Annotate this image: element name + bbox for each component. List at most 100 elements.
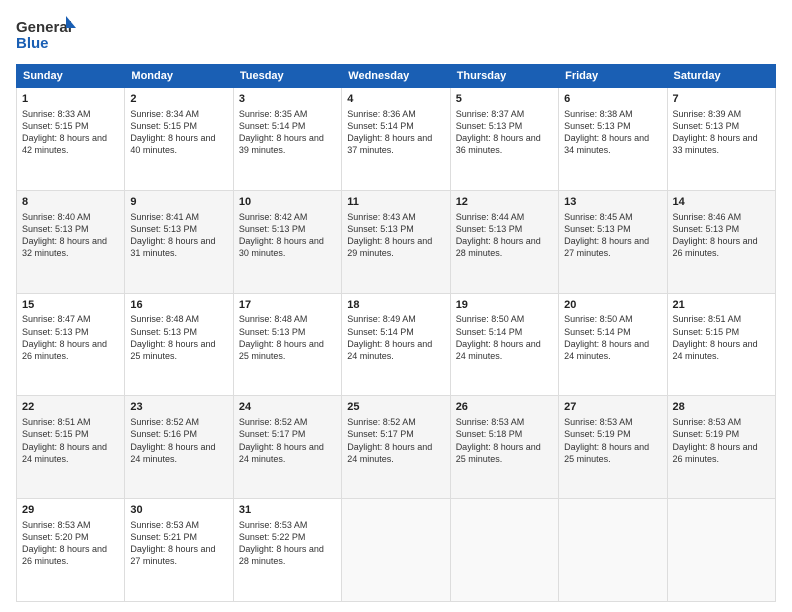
header-monday: Monday — [125, 65, 233, 88]
calendar-cell: 20Sunrise: 8:50 AMSunset: 5:14 PMDayligh… — [559, 293, 667, 396]
day-number: 11 — [347, 195, 444, 210]
calendar-cell: 31Sunrise: 8:53 AMSunset: 5:22 PMDayligh… — [233, 499, 341, 602]
day-info: Sunrise: 8:53 AMSunset: 5:19 PMDaylight:… — [564, 416, 661, 465]
calendar-cell — [450, 499, 558, 602]
day-number: 25 — [347, 400, 444, 415]
day-number: 3 — [239, 92, 336, 107]
day-number: 16 — [130, 298, 227, 313]
calendar-cell: 1Sunrise: 8:33 AMSunset: 5:15 PMDaylight… — [17, 88, 125, 191]
day-info: Sunrise: 8:53 AMSunset: 5:18 PMDaylight:… — [456, 416, 553, 465]
day-number: 9 — [130, 195, 227, 210]
week-row-5: 29Sunrise: 8:53 AMSunset: 5:20 PMDayligh… — [17, 499, 776, 602]
day-number: 18 — [347, 298, 444, 313]
day-info: Sunrise: 8:53 AMSunset: 5:22 PMDaylight:… — [239, 519, 336, 568]
calendar-cell: 9Sunrise: 8:41 AMSunset: 5:13 PMDaylight… — [125, 190, 233, 293]
day-info: Sunrise: 8:46 AMSunset: 5:13 PMDaylight:… — [673, 211, 770, 260]
day-info: Sunrise: 8:37 AMSunset: 5:13 PMDaylight:… — [456, 108, 553, 157]
day-number: 10 — [239, 195, 336, 210]
header-tuesday: Tuesday — [233, 65, 341, 88]
calendar-cell: 27Sunrise: 8:53 AMSunset: 5:19 PMDayligh… — [559, 396, 667, 499]
calendar-cell: 3Sunrise: 8:35 AMSunset: 5:14 PMDaylight… — [233, 88, 341, 191]
day-info: Sunrise: 8:35 AMSunset: 5:14 PMDaylight:… — [239, 108, 336, 157]
calendar-cell: 2Sunrise: 8:34 AMSunset: 5:15 PMDaylight… — [125, 88, 233, 191]
day-info: Sunrise: 8:38 AMSunset: 5:13 PMDaylight:… — [564, 108, 661, 157]
calendar-table: SundayMondayTuesdayWednesdayThursdayFrid… — [16, 64, 776, 602]
day-info: Sunrise: 8:34 AMSunset: 5:15 PMDaylight:… — [130, 108, 227, 157]
week-row-4: 22Sunrise: 8:51 AMSunset: 5:15 PMDayligh… — [17, 396, 776, 499]
day-number: 7 — [673, 92, 770, 107]
calendar-cell: 17Sunrise: 8:48 AMSunset: 5:13 PMDayligh… — [233, 293, 341, 396]
header: GeneralBlue — [16, 16, 776, 54]
day-info: Sunrise: 8:52 AMSunset: 5:16 PMDaylight:… — [130, 416, 227, 465]
day-info: Sunrise: 8:52 AMSunset: 5:17 PMDaylight:… — [239, 416, 336, 465]
week-row-2: 8Sunrise: 8:40 AMSunset: 5:13 PMDaylight… — [17, 190, 776, 293]
calendar-cell: 15Sunrise: 8:47 AMSunset: 5:13 PMDayligh… — [17, 293, 125, 396]
day-info: Sunrise: 8:36 AMSunset: 5:14 PMDaylight:… — [347, 108, 444, 157]
calendar-cell: 4Sunrise: 8:36 AMSunset: 5:14 PMDaylight… — [342, 88, 450, 191]
calendar-cell: 12Sunrise: 8:44 AMSunset: 5:13 PMDayligh… — [450, 190, 558, 293]
calendar-cell: 14Sunrise: 8:46 AMSunset: 5:13 PMDayligh… — [667, 190, 775, 293]
header-wednesday: Wednesday — [342, 65, 450, 88]
day-info: Sunrise: 8:53 AMSunset: 5:21 PMDaylight:… — [130, 519, 227, 568]
calendar-cell: 18Sunrise: 8:49 AMSunset: 5:14 PMDayligh… — [342, 293, 450, 396]
calendar-cell: 29Sunrise: 8:53 AMSunset: 5:20 PMDayligh… — [17, 499, 125, 602]
day-info: Sunrise: 8:42 AMSunset: 5:13 PMDaylight:… — [239, 211, 336, 260]
day-number: 29 — [22, 503, 119, 518]
day-info: Sunrise: 8:43 AMSunset: 5:13 PMDaylight:… — [347, 211, 444, 260]
week-row-1: 1Sunrise: 8:33 AMSunset: 5:15 PMDaylight… — [17, 88, 776, 191]
calendar-cell: 30Sunrise: 8:53 AMSunset: 5:21 PMDayligh… — [125, 499, 233, 602]
day-number: 14 — [673, 195, 770, 210]
day-number: 19 — [456, 298, 553, 313]
day-info: Sunrise: 8:50 AMSunset: 5:14 PMDaylight:… — [456, 313, 553, 362]
day-info: Sunrise: 8:50 AMSunset: 5:14 PMDaylight:… — [564, 313, 661, 362]
day-info: Sunrise: 8:52 AMSunset: 5:17 PMDaylight:… — [347, 416, 444, 465]
day-info: Sunrise: 8:48 AMSunset: 5:13 PMDaylight:… — [239, 313, 336, 362]
svg-text:Blue: Blue — [16, 35, 49, 52]
day-number: 6 — [564, 92, 661, 107]
day-info: Sunrise: 8:53 AMSunset: 5:20 PMDaylight:… — [22, 519, 119, 568]
calendar-cell — [342, 499, 450, 602]
day-number: 8 — [22, 195, 119, 210]
day-info: Sunrise: 8:44 AMSunset: 5:13 PMDaylight:… — [456, 211, 553, 260]
day-info: Sunrise: 8:51 AMSunset: 5:15 PMDaylight:… — [673, 313, 770, 362]
day-number: 5 — [456, 92, 553, 107]
day-number: 21 — [673, 298, 770, 313]
day-info: Sunrise: 8:40 AMSunset: 5:13 PMDaylight:… — [22, 211, 119, 260]
day-info: Sunrise: 8:39 AMSunset: 5:13 PMDaylight:… — [673, 108, 770, 157]
week-row-3: 15Sunrise: 8:47 AMSunset: 5:13 PMDayligh… — [17, 293, 776, 396]
calendar-cell: 8Sunrise: 8:40 AMSunset: 5:13 PMDaylight… — [17, 190, 125, 293]
day-info: Sunrise: 8:47 AMSunset: 5:13 PMDaylight:… — [22, 313, 119, 362]
day-number: 22 — [22, 400, 119, 415]
header-friday: Friday — [559, 65, 667, 88]
calendar-cell: 22Sunrise: 8:51 AMSunset: 5:15 PMDayligh… — [17, 396, 125, 499]
day-info: Sunrise: 8:51 AMSunset: 5:15 PMDaylight:… — [22, 416, 119, 465]
day-number: 12 — [456, 195, 553, 210]
header-saturday: Saturday — [667, 65, 775, 88]
day-number: 24 — [239, 400, 336, 415]
day-number: 17 — [239, 298, 336, 313]
day-number: 27 — [564, 400, 661, 415]
calendar-cell: 7Sunrise: 8:39 AMSunset: 5:13 PMDaylight… — [667, 88, 775, 191]
day-number: 20 — [564, 298, 661, 313]
logo-svg: GeneralBlue — [16, 16, 76, 54]
calendar-cell: 28Sunrise: 8:53 AMSunset: 5:19 PMDayligh… — [667, 396, 775, 499]
day-info: Sunrise: 8:53 AMSunset: 5:19 PMDaylight:… — [673, 416, 770, 465]
day-info: Sunrise: 8:33 AMSunset: 5:15 PMDaylight:… — [22, 108, 119, 157]
day-info: Sunrise: 8:45 AMSunset: 5:13 PMDaylight:… — [564, 211, 661, 260]
calendar-cell: 19Sunrise: 8:50 AMSunset: 5:14 PMDayligh… — [450, 293, 558, 396]
calendar-cell: 11Sunrise: 8:43 AMSunset: 5:13 PMDayligh… — [342, 190, 450, 293]
logo: GeneralBlue — [16, 16, 76, 54]
page: GeneralBlue SundayMondayTuesdayWednesday… — [0, 0, 792, 612]
calendar-cell: 16Sunrise: 8:48 AMSunset: 5:13 PMDayligh… — [125, 293, 233, 396]
day-number: 30 — [130, 503, 227, 518]
calendar-cell: 23Sunrise: 8:52 AMSunset: 5:16 PMDayligh… — [125, 396, 233, 499]
day-number: 26 — [456, 400, 553, 415]
calendar-cell: 21Sunrise: 8:51 AMSunset: 5:15 PMDayligh… — [667, 293, 775, 396]
day-info: Sunrise: 8:49 AMSunset: 5:14 PMDaylight:… — [347, 313, 444, 362]
calendar-header-row: SundayMondayTuesdayWednesdayThursdayFrid… — [17, 65, 776, 88]
header-sunday: Sunday — [17, 65, 125, 88]
calendar-cell — [667, 499, 775, 602]
day-info: Sunrise: 8:48 AMSunset: 5:13 PMDaylight:… — [130, 313, 227, 362]
calendar-cell: 26Sunrise: 8:53 AMSunset: 5:18 PMDayligh… — [450, 396, 558, 499]
calendar-cell: 25Sunrise: 8:52 AMSunset: 5:17 PMDayligh… — [342, 396, 450, 499]
